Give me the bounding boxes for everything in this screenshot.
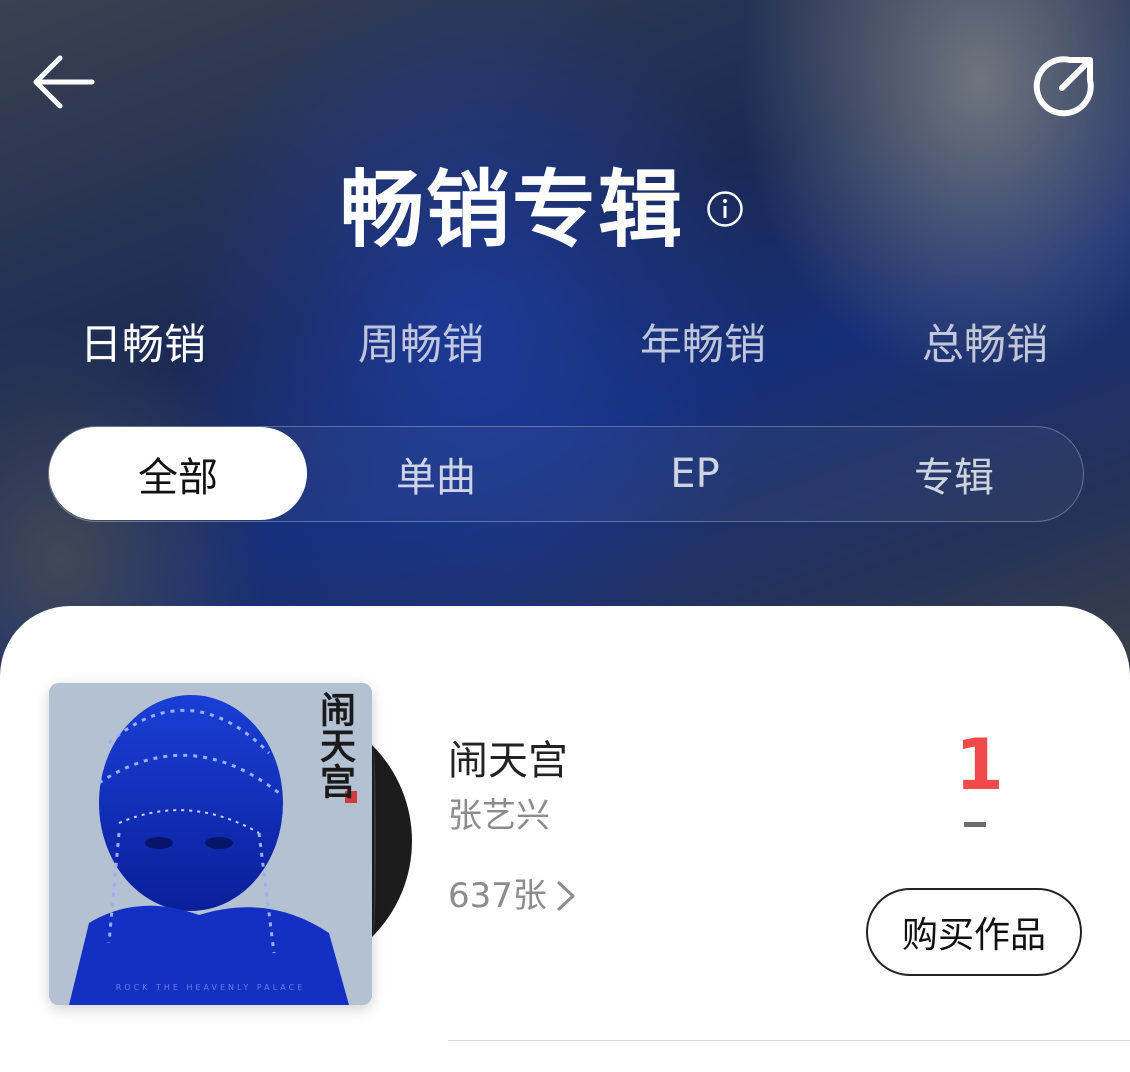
sales-count[interactable]: 637张 bbox=[448, 872, 577, 920]
filter-album[interactable]: 专辑 bbox=[825, 427, 1083, 520]
cover-title-text: 闹天宫 bbox=[314, 691, 356, 799]
rank-unchanged-icon bbox=[964, 822, 986, 827]
info-button[interactable] bbox=[706, 190, 744, 228]
cover-subtitle-text: ROCK THE HEAVENLY PALACE bbox=[115, 983, 306, 992]
type-filter: 全部 单曲 EP 专辑 bbox=[48, 426, 1084, 522]
filter-all[interactable]: 全部 bbox=[49, 427, 307, 520]
chevron-right-icon bbox=[557, 881, 575, 911]
rank-number: 1 bbox=[955, 724, 1004, 806]
divider bbox=[448, 1040, 1130, 1041]
share-button[interactable] bbox=[1032, 52, 1098, 118]
tab-yearly[interactable]: 年畅销 bbox=[640, 315, 766, 375]
page-title: 畅销专辑 bbox=[340, 161, 685, 259]
filter-single[interactable]: 单曲 bbox=[307, 427, 565, 520]
arrow-left-icon bbox=[33, 55, 95, 109]
back-button[interactable] bbox=[30, 50, 98, 114]
info-icon bbox=[707, 191, 743, 227]
album-title[interactable]: 闹天宫 bbox=[448, 735, 568, 787]
album-artist[interactable]: 张艺兴 bbox=[448, 792, 550, 840]
share-icon bbox=[1033, 56, 1094, 117]
tab-weekly[interactable]: 周畅销 bbox=[358, 315, 484, 375]
sales-count-text: 637张 bbox=[448, 876, 547, 916]
buy-button[interactable]: 购买作品 bbox=[866, 888, 1082, 976]
filter-ep[interactable]: EP bbox=[566, 427, 824, 520]
album-cover[interactable]: 闹天宫 ROCK THE HEAVENLY PALACE bbox=[49, 683, 372, 1005]
tab-all-time[interactable]: 总畅销 bbox=[922, 315, 1048, 375]
tab-daily[interactable]: 日畅销 bbox=[80, 315, 206, 375]
period-tabs: 日畅销 周畅销 年畅销 总畅销 bbox=[0, 315, 1130, 375]
